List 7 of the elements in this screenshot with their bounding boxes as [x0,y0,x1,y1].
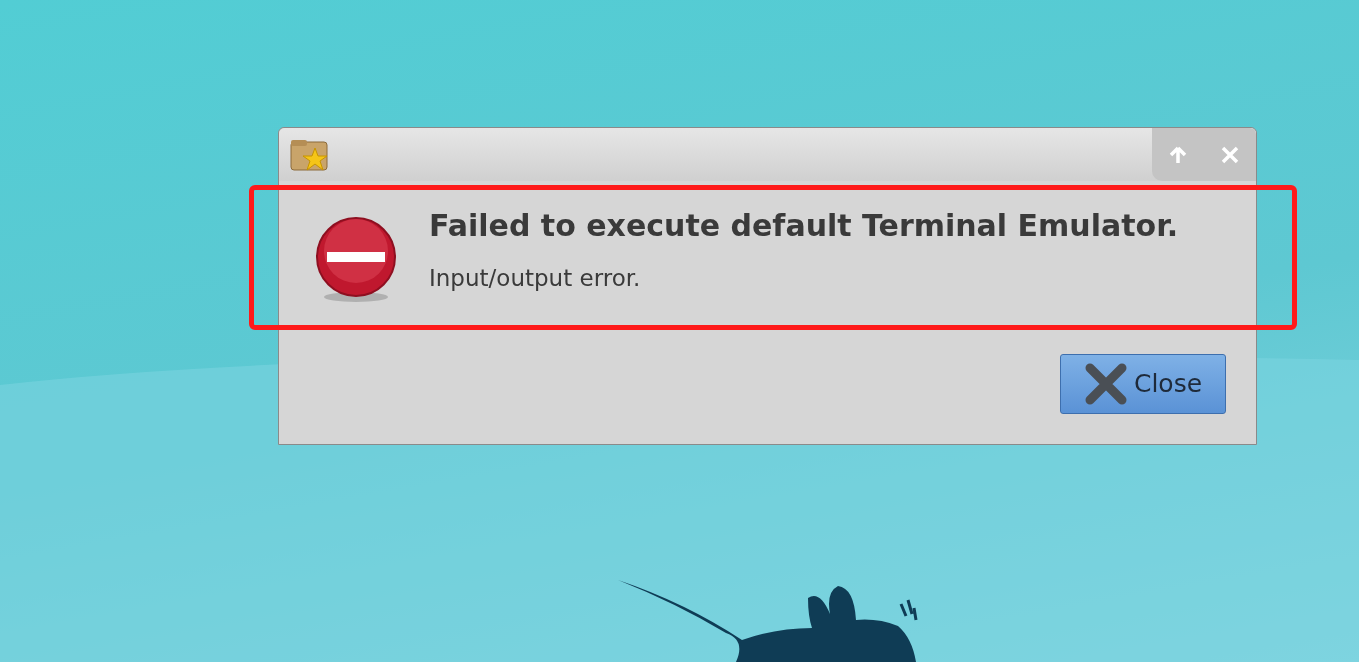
close-button[interactable]: Close [1060,354,1226,414]
error-message: Input/output error. [429,264,642,293]
up-arrow-icon[interactable] [1168,144,1188,165]
error-heading: Failed to execute default Terminal Emulator. [429,207,1179,245]
x-icon [1083,362,1128,406]
error-icon [313,217,399,303]
close-icon[interactable] [1220,144,1240,165]
